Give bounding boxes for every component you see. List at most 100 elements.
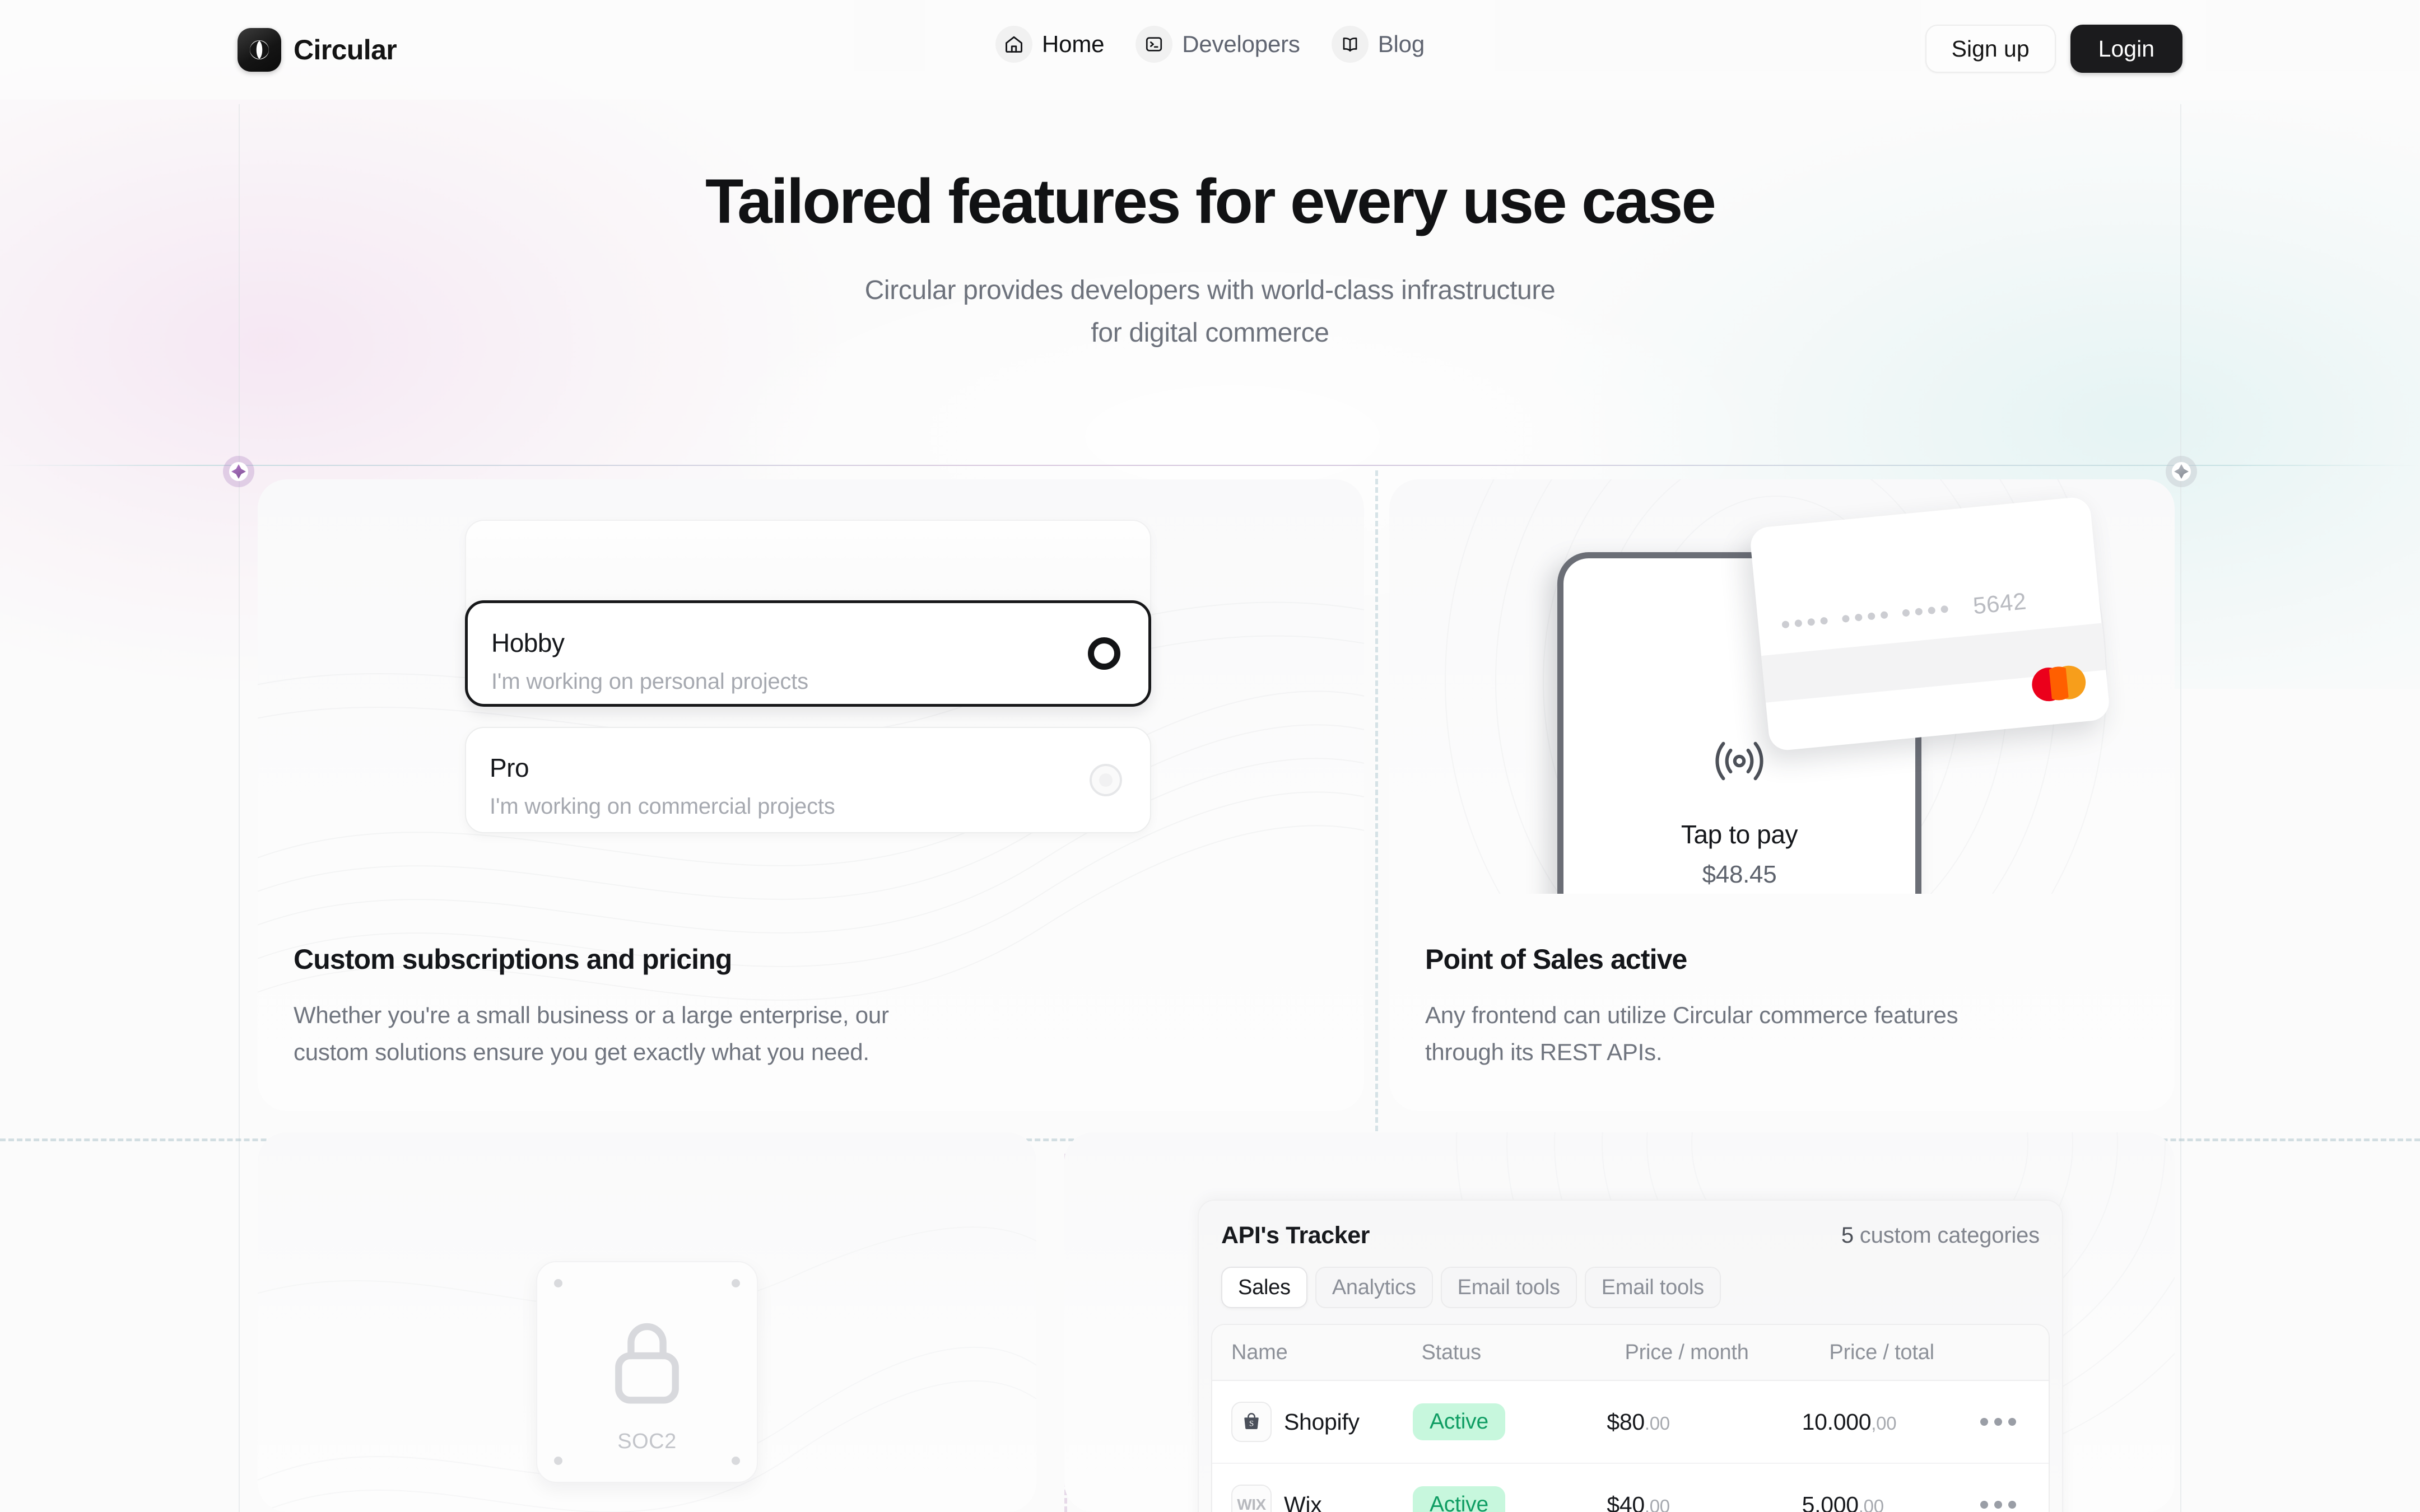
api-tracker-table: Name Status Price / month Price / total …: [1211, 1324, 2050, 1512]
tap-to-pay-amount: $48.45: [1702, 861, 1777, 888]
signup-button[interactable]: Sign up: [1925, 25, 2056, 73]
column-header-status: Status: [1421, 1340, 1481, 1364]
api-tracker-title: API's Tracker: [1221, 1222, 1370, 1249]
price-month-cents: .00: [1644, 1495, 1670, 1512]
radio-selected-icon[interactable]: [1088, 637, 1120, 670]
mastercard-icon: [2030, 664, 2087, 703]
divider-line-top: [0, 465, 2420, 466]
price-total-main: 10.000: [1802, 1408, 1872, 1435]
hero-subtitle-line1: Circular provides developers with world-…: [864, 275, 1556, 305]
tap-to-pay-label: Tap to pay: [1681, 820, 1798, 849]
contactless-icon: [1710, 732, 1769, 793]
nav-item-developers[interactable]: Developers: [1135, 26, 1300, 63]
api-tracker-category-count: 5 custom categories: [1841, 1223, 2040, 1248]
api-tracker-tabs: Sales Analytics Email tools Email tools: [1221, 1267, 1721, 1308]
nav-item-home-label: Home: [1042, 31, 1105, 57]
wix-icon: WIX: [1231, 1485, 1272, 1512]
table-row[interactable]: S Shopify Active $80.00 10.000,00: [1212, 1381, 2049, 1464]
svg-text:S: S: [1249, 1420, 1254, 1429]
terminal-icon: [1135, 26, 1173, 63]
api-tracker-header: API's Tracker 5 custom categories: [1221, 1222, 2040, 1249]
plan-option-hobby-sub: I'm working on personal projects: [491, 669, 808, 694]
price-total-cents: ,00: [1858, 1495, 1884, 1512]
price-month-main: $80: [1607, 1408, 1645, 1435]
pos-illustration: Tap to pay $48.45 5642: [1389, 479, 2175, 894]
status-badge: Active: [1412, 1486, 1505, 1512]
feature-card-security: SOC2: [258, 1132, 1036, 1512]
credit-card-masked-number: [1781, 605, 1949, 629]
price-month-cents: .00: [1644, 1412, 1670, 1434]
navbar: Circular Home Developers Blog Sign up Lo…: [0, 0, 2420, 100]
cell-price-month: $40.00: [1607, 1492, 1802, 1512]
api-tracker-category-label: custom categories: [1859, 1223, 2040, 1248]
hero-subtitle: Circular provides developers with world-…: [0, 269, 2420, 354]
screw-icon: [554, 1457, 562, 1465]
cell-price-total: 10.000,00: [1802, 1409, 1980, 1435]
cell-status: Active: [1412, 1403, 1607, 1440]
table-row[interactable]: WIX Wix Active $40.00 5.000,00: [1212, 1464, 2049, 1512]
credit-card-last4: 5642: [1972, 587, 2028, 619]
plan-option-pro-sub: I'm working on commercial projects: [490, 794, 835, 819]
price-month-main: $40: [1607, 1491, 1645, 1512]
book-icon: [1331, 26, 1369, 63]
nav-item-blog[interactable]: Blog: [1331, 26, 1425, 63]
feature-card-pos-title: Point of Sales active: [1425, 944, 1687, 975]
tab-email-tools-1[interactable]: Email tools: [1440, 1267, 1577, 1308]
nav-links: Home Developers Blog: [995, 26, 1425, 63]
feature-card-pricing-title: Custom subscriptions and pricing: [294, 944, 732, 975]
tab-analytics[interactable]: Analytics: [1315, 1267, 1433, 1308]
feature-card-pos: Tap to pay $48.45 5642 Point of Sales ac…: [1389, 479, 2175, 1111]
plan-option-pro-name: Pro: [490, 753, 529, 782]
api-tracker-panel: API's Tracker 5 custom categories Sales …: [1198, 1200, 2063, 1512]
brand-name: Circular: [294, 34, 397, 66]
screw-icon: [732, 1457, 740, 1465]
soc2-badge-plate: SOC2: [536, 1261, 758, 1483]
plan-option-hobby[interactable]: Hobby I'm working on personal projects: [465, 600, 1151, 707]
plan-option-pro-text: Pro I'm working on commercial projects: [490, 753, 835, 819]
nav-auth-actions: Sign up Login: [1925, 25, 2182, 73]
column-header-price-total: Price / total: [1829, 1340, 1934, 1364]
cell-actions: [1980, 1501, 2049, 1509]
tab-email-tools-2[interactable]: Email tools: [1584, 1267, 1721, 1308]
nav-item-developers-label: Developers: [1182, 31, 1300, 57]
column-header-name: Name: [1231, 1340, 1288, 1364]
plan-option-hobby-text: Hobby I'm working on personal projects: [491, 628, 808, 694]
soc2-label: SOC2: [617, 1430, 677, 1453]
cell-name: S Shopify: [1212, 1402, 1413, 1442]
more-horizontal-icon[interactable]: [1980, 1418, 2016, 1426]
price-total-main: 5.000: [1802, 1491, 1859, 1512]
circular-logo-icon: [238, 28, 281, 72]
feature-card-pricing: Hobby I'm working on personal projects P…: [258, 479, 1364, 1111]
vendor-name: Shopify: [1284, 1408, 1360, 1435]
corner-marker-right-icon: [2166, 456, 2197, 487]
corner-marker-left-icon: [223, 456, 254, 487]
feature-card-pos-body: Point of Sales active Any frontend can u…: [1425, 943, 2139, 1071]
brand-logo[interactable]: Circular: [238, 28, 397, 72]
cell-name: WIX Wix: [1212, 1485, 1413, 1512]
radio-unselected-icon[interactable]: [1090, 764, 1122, 796]
plan-option-pro[interactable]: Pro I'm working on commercial projects: [465, 727, 1151, 833]
feature-card-pricing-description: Whether you're a small business or a lar…: [294, 1002, 889, 1066]
table-header-row: Name Status Price / month Price / total: [1212, 1325, 2049, 1381]
status-badge: Active: [1412, 1403, 1505, 1440]
feature-card-api-tracker: API's Tracker 5 custom categories Sales …: [1064, 1132, 2175, 1512]
cell-status: Active: [1412, 1486, 1607, 1512]
plan-option-hobby-name: Hobby: [491, 628, 565, 657]
credit-card: 5642: [1749, 496, 2111, 752]
vendor-name: Wix: [1284, 1491, 1322, 1512]
cell-price-month: $80.00: [1607, 1409, 1802, 1435]
home-icon: [995, 26, 1033, 63]
cell-actions: [1980, 1418, 2049, 1426]
feature-card-pricing-body: Custom subscriptions and pricing Whether…: [294, 943, 1328, 1071]
shopify-icon: S: [1231, 1402, 1272, 1442]
feature-card-pos-description: Any frontend can utilize Circular commer…: [1425, 1002, 1958, 1066]
more-horizontal-icon[interactable]: [1980, 1501, 2016, 1509]
hero-section: Tailored features for every use case Cir…: [0, 166, 2420, 354]
tab-sales[interactable]: Sales: [1221, 1267, 1307, 1308]
login-button[interactable]: Login: [2070, 25, 2182, 73]
page-title: Tailored features for every use case: [705, 166, 1716, 236]
screw-icon: [732, 1279, 740, 1287]
api-tracker-category-number: 5: [1841, 1223, 1854, 1248]
cell-price-total: 5.000,00: [1802, 1492, 1980, 1512]
nav-item-home[interactable]: Home: [995, 26, 1104, 63]
